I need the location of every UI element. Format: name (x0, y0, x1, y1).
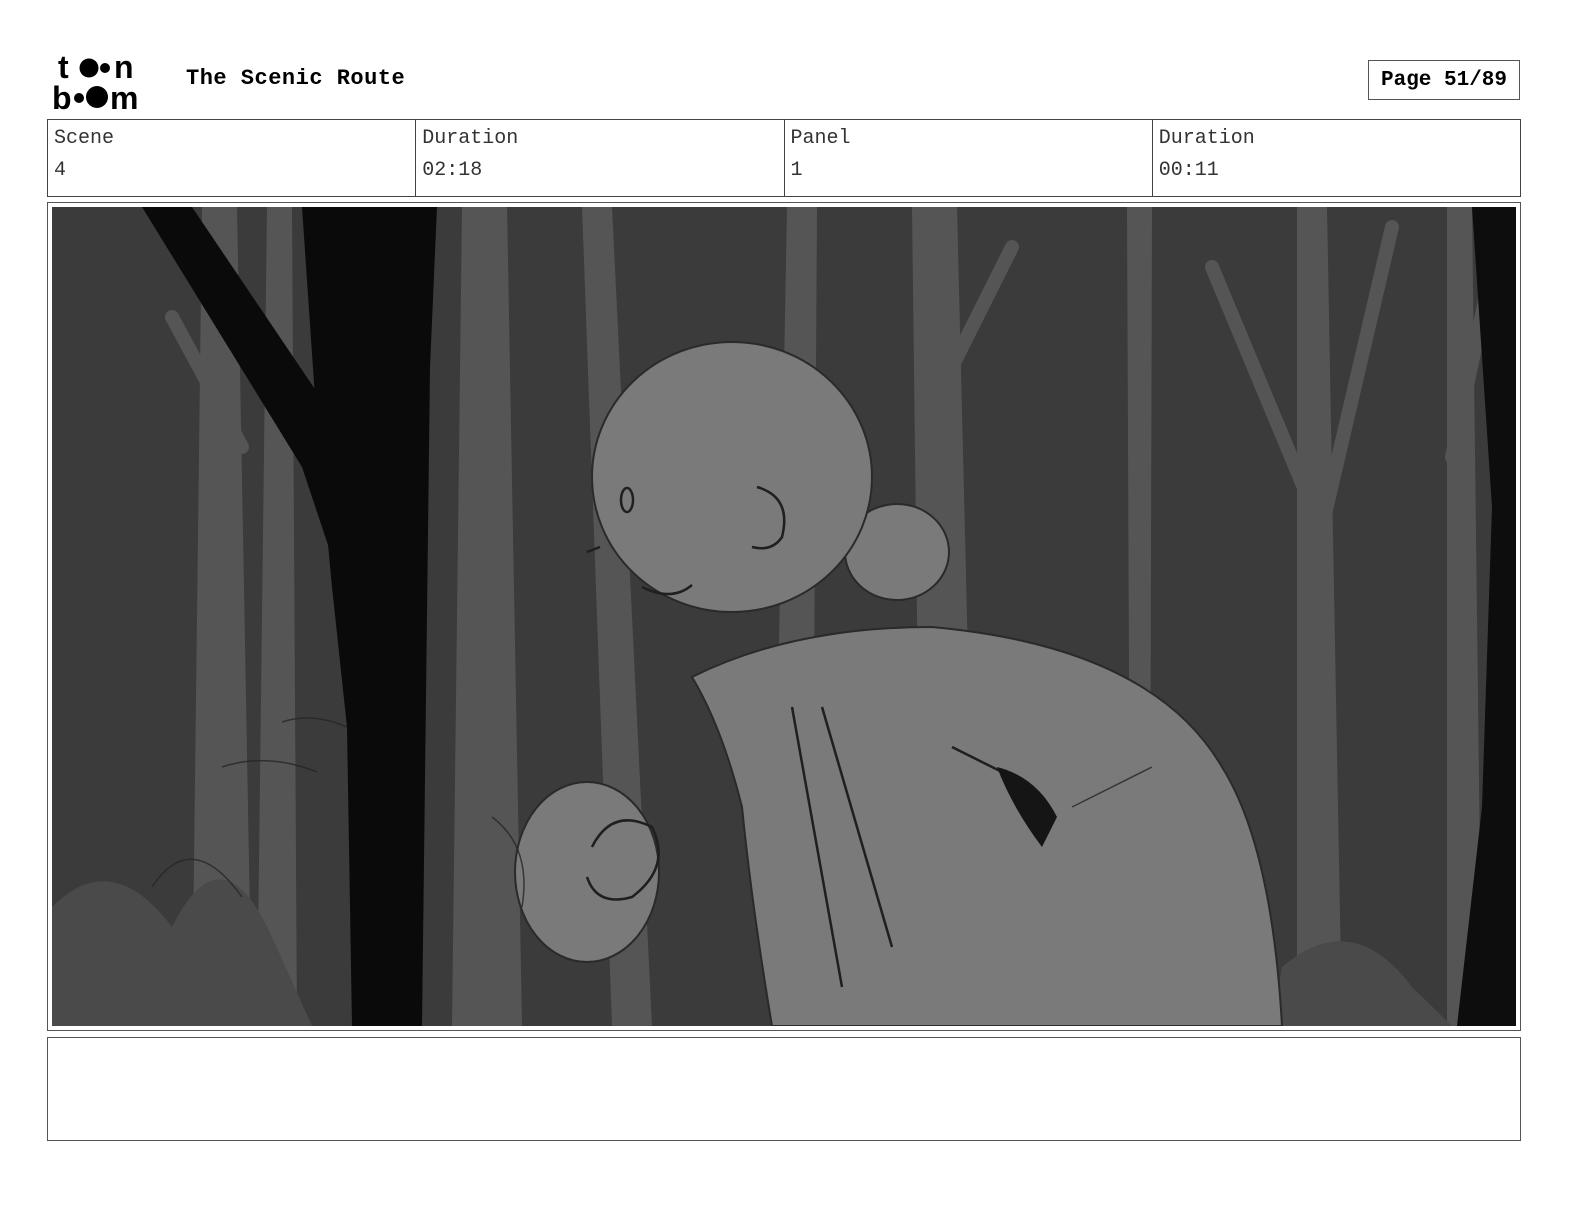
panel-label: Panel (790, 127, 851, 150)
scene-cell: Scene 4 (48, 120, 417, 196)
storyboard-panel-frame (47, 202, 1521, 1031)
scene-label: Scene (54, 127, 115, 150)
toon-boom-logo: t n b m (52, 50, 164, 112)
panel-notes-box (47, 1037, 1521, 1141)
scene-info-table: Scene 4 Duration 02:18 Panel 1 Duration … (47, 119, 1521, 197)
panel-duration-value: 00:11 (1158, 159, 1219, 182)
page-number-label: Page 51/89 (1380, 68, 1508, 92)
storyboard-panel-image (52, 207, 1516, 1026)
document-title: The Scenic Route (186, 66, 406, 91)
panel-duration-label: Duration (1158, 127, 1255, 150)
panel-cell: Panel 1 (785, 120, 1153, 196)
svg-text:b: b (52, 80, 72, 112)
forest-sketch-illustration (52, 207, 1516, 1026)
scene-duration-value: 02:18 (422, 159, 483, 182)
toon-boom-logo-mark: t n b m (52, 50, 138, 112)
scene-duration-cell: Duration 02:18 (416, 120, 785, 196)
panel-duration-cell: Duration 00:11 (1153, 120, 1520, 196)
svg-text:m: m (110, 80, 138, 112)
panel-value: 1 (790, 159, 803, 182)
page-number-box: Page 51/89 (1368, 60, 1520, 100)
scene-value: 4 (54, 159, 67, 182)
scene-duration-label: Duration (422, 127, 519, 150)
